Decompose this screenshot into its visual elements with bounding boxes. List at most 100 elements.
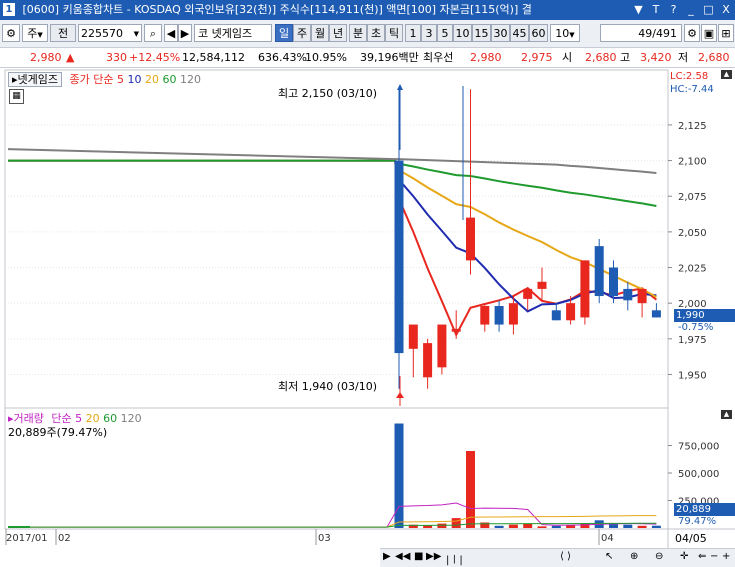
best-bid-price: 2,975 bbox=[521, 51, 553, 64]
volume-bar bbox=[651, 525, 661, 528]
legend-ma60: 60 bbox=[162, 73, 177, 86]
all-button[interactable]: 전 bbox=[50, 24, 76, 42]
period-tick-tab[interactable]: 틱 bbox=[385, 24, 403, 42]
range-icon[interactable]: ⟨ ⟩ bbox=[560, 551, 571, 562]
volume-bar bbox=[508, 524, 518, 528]
up-arrow-icon: ▲ bbox=[66, 51, 75, 64]
volume-bar bbox=[494, 525, 504, 528]
best-bid-label: 최우선 bbox=[423, 51, 454, 64]
settings-icon[interactable]: ⚙ bbox=[2, 24, 20, 42]
chart-svg[interactable]: 2,1252,1002,0752,0502,0252,0001,9751,950… bbox=[0, 68, 735, 566]
grid-icon[interactable]: ⊞ bbox=[718, 24, 734, 42]
save-icon[interactable]: ▣ bbox=[701, 24, 717, 42]
candle-body bbox=[408, 324, 418, 349]
volume-bar bbox=[623, 524, 633, 528]
quote-bar: 2,980 ▲ 330 +12.45% 12,584,112 636.43% 1… bbox=[0, 48, 735, 68]
candle-body bbox=[537, 281, 547, 289]
volume-bar bbox=[537, 526, 547, 528]
window-controls: ▼ T ? _ □ X bbox=[632, 0, 734, 20]
prev-stock-button[interactable]: ◀ bbox=[164, 24, 178, 42]
interval-15[interactable]: 15 bbox=[472, 24, 491, 42]
legend-ma5: 5 bbox=[117, 73, 124, 86]
volume-bar bbox=[437, 523, 447, 528]
market-select[interactable]: 주▼ bbox=[22, 24, 48, 42]
candle-body bbox=[594, 246, 604, 297]
interval-45[interactable]: 45 bbox=[510, 24, 529, 42]
candle-body bbox=[566, 303, 576, 321]
volume-current-pct: 79.47% bbox=[678, 516, 717, 527]
scroll-bar[interactable]: |〡| bbox=[446, 551, 463, 566]
stop-icon[interactable]: ■ bbox=[414, 551, 423, 562]
volume-bar bbox=[609, 524, 618, 528]
zoom-out-icon[interactable]: ⊖ bbox=[655, 551, 663, 562]
x-axis-ticks: 2017/01 02 03 04 bbox=[5, 529, 614, 545]
scroll-left-icon[interactable]: ⇐ bbox=[698, 551, 706, 562]
cursor-icon[interactable]: ↖ bbox=[605, 551, 613, 562]
scroll-start-icon[interactable]: ▶ bbox=[383, 551, 391, 562]
minimize-icon[interactable]: _ bbox=[684, 0, 698, 20]
interval-5[interactable]: 5 bbox=[437, 24, 453, 42]
toolbar: ⚙ 주▼ 전 225570 ▼ ⌕ ◀ ▶ 코 넷게임즈 일 주 월 년 분 초 … bbox=[0, 20, 735, 48]
candle-body bbox=[423, 343, 433, 378]
settings-icon[interactable]: ⚙ bbox=[684, 24, 700, 42]
interval-custom-select[interactable]: 10▼ bbox=[550, 24, 580, 42]
lc-label: LC:2.58 bbox=[670, 71, 709, 82]
best-ask-price: 2,980 bbox=[470, 51, 502, 64]
period-week-tab[interactable]: 주 bbox=[293, 24, 311, 42]
first-icon[interactable]: ◀◀ bbox=[395, 551, 410, 562]
low-label: 저 bbox=[678, 51, 689, 64]
dropdown-icon[interactable]: ▼ bbox=[632, 0, 646, 20]
current-price-pct: -0.75% bbox=[678, 322, 714, 333]
period-day-tab[interactable]: 일 bbox=[275, 24, 293, 42]
period-year-tab[interactable]: 년 bbox=[329, 24, 347, 42]
high-label: 고 bbox=[620, 51, 631, 64]
price-change-pct: +12.45% bbox=[129, 51, 181, 64]
volume-bar bbox=[551, 525, 561, 528]
open-label: 시 bbox=[562, 51, 573, 64]
collapse-icon[interactable]: ▲ bbox=[721, 410, 732, 419]
trade-amount: 39,196백만 bbox=[360, 51, 419, 64]
volume-current-value: 20,889주(79.47%) bbox=[8, 426, 108, 439]
interval-60[interactable]: 60 bbox=[529, 24, 548, 42]
table-icon[interactable]: ▦ bbox=[9, 89, 24, 104]
stock-code-input[interactable]: 225570 ▼ bbox=[78, 24, 142, 42]
stock-name-field[interactable]: 코 넷게임즈 bbox=[194, 24, 272, 42]
y-tick-label: 2,050 bbox=[678, 228, 707, 239]
interval-3[interactable]: 3 bbox=[421, 24, 437, 42]
current-price: 2,980 bbox=[30, 51, 62, 64]
candle-body bbox=[480, 306, 490, 325]
hc-label: HC:-7.44 bbox=[670, 84, 714, 95]
candle-body bbox=[609, 267, 618, 297]
price-legend: ▸넷게임즈 종가 단순 5 10 20 60 120 bbox=[8, 71, 201, 87]
maximize-icon[interactable]: □ bbox=[702, 0, 716, 20]
trade-volume: 12,584,112 bbox=[182, 51, 245, 64]
help-icon[interactable]: ? bbox=[667, 0, 681, 20]
candle-body bbox=[451, 328, 461, 332]
search-icon[interactable]: ⌕ bbox=[144, 24, 162, 42]
interval-30[interactable]: 30 bbox=[491, 24, 510, 42]
volume-axis-ticks: 750,000500,000250,000 bbox=[668, 442, 719, 508]
price-axis-ticks: 2,1252,1002,0752,0502,0252,0001,9751,950 bbox=[668, 121, 707, 381]
zoom-in-icon[interactable]: ⊕ bbox=[630, 551, 638, 562]
minus-icon[interactable]: − bbox=[710, 551, 718, 562]
stock-tab-label: 넷게임즈 bbox=[17, 73, 59, 86]
candle-body bbox=[508, 303, 518, 325]
y-tick-label: 2,100 bbox=[678, 157, 707, 168]
period-minute-tab[interactable]: 분 bbox=[349, 24, 367, 42]
last-icon[interactable]: ▶▶ bbox=[426, 551, 441, 562]
period-month-tab[interactable]: 월 bbox=[311, 24, 329, 42]
close-icon[interactable]: X bbox=[719, 0, 733, 20]
next-stock-button[interactable]: ▶ bbox=[178, 24, 192, 42]
price-panel-frame bbox=[4, 69, 669, 409]
collapse-icon[interactable]: ▲ bbox=[721, 70, 732, 79]
stock-tab[interactable]: ▸넷게임즈 bbox=[8, 72, 63, 87]
period-second-tab[interactable]: 초 bbox=[367, 24, 385, 42]
volume-bar bbox=[451, 518, 461, 528]
interval-1[interactable]: 1 bbox=[405, 24, 421, 42]
plus-icon[interactable]: + bbox=[722, 551, 730, 562]
y-tick-label: 1,975 bbox=[678, 335, 707, 346]
crosshair-icon[interactable]: ✛ bbox=[680, 551, 688, 562]
legend-prefix: 종가 단순 bbox=[69, 73, 114, 86]
text-icon[interactable]: T bbox=[649, 0, 663, 20]
interval-10[interactable]: 10 bbox=[453, 24, 472, 42]
